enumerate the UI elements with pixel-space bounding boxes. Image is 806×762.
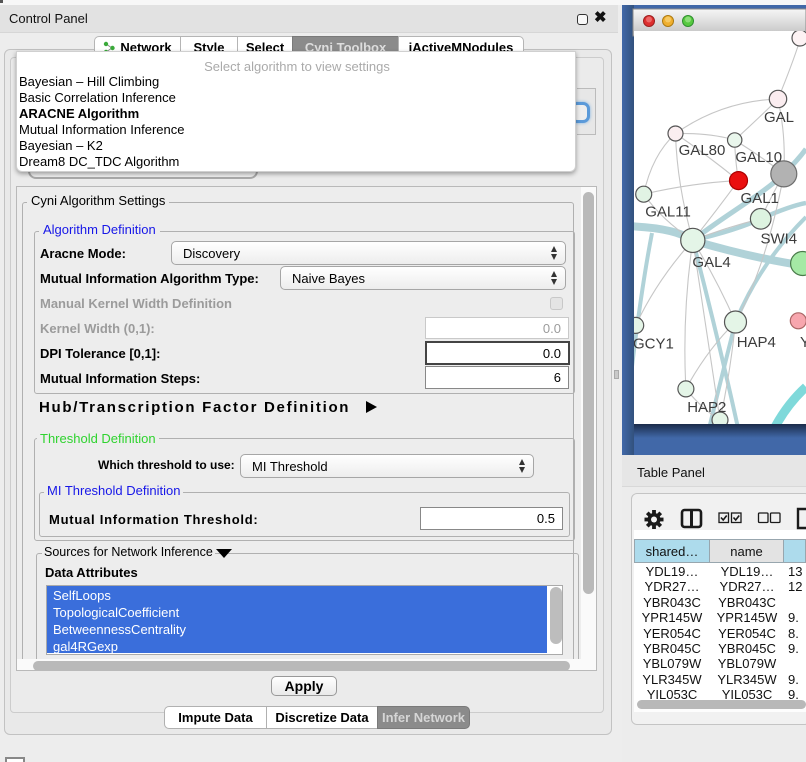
svg-text:SWI4: SWI4 <box>760 231 797 248</box>
svg-text:Y: Y <box>800 334 806 351</box>
svg-text:GAL11: GAL11 <box>645 204 691 221</box>
svg-text:GAL80: GAL80 <box>679 142 726 159</box>
svg-text:GAL1: GAL1 <box>741 190 779 207</box>
svg-text:HAP2: HAP2 <box>687 399 726 416</box>
svg-text:GAL10: GAL10 <box>735 149 782 166</box>
svg-text:GAL: GAL <box>764 109 794 126</box>
svg-text:GCY1: GCY1 <box>633 336 674 353</box>
svg-text:HAP4: HAP4 <box>737 334 776 351</box>
svg-text:GAL4: GAL4 <box>692 254 730 271</box>
